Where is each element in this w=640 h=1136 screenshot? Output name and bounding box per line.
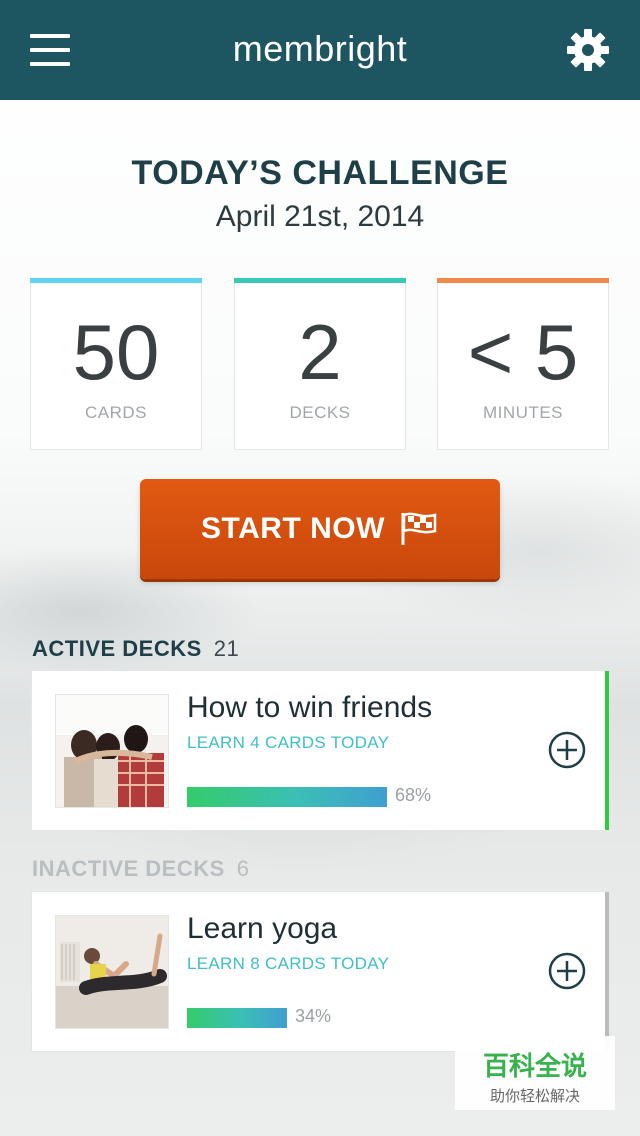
- stat-accent-bar: [30, 278, 202, 283]
- deck-card-active[interactable]: How to win friends LEARN 4 CARDS TODAY 6…: [31, 670, 609, 831]
- deck-progress-fill: [187, 1008, 287, 1028]
- deck-progress-label: 68%: [395, 785, 432, 805]
- inactive-decks-title: INACTIVE DECKS: [32, 856, 225, 881]
- deck-progress-label: 34%: [295, 1006, 332, 1026]
- app-title: membright: [232, 28, 408, 69]
- watermark-title: 百科全说: [482, 1052, 587, 1082]
- deck-progress-fill: [187, 787, 387, 807]
- stat-accent-bar: [437, 278, 609, 283]
- deck-status-edge: [605, 892, 609, 1051]
- stat-value: 2: [298, 308, 342, 396]
- deck-card-inactive[interactable]: Learn yoga LEARN 8 CARDS TODAY 34%: [31, 891, 609, 1052]
- active-decks-title: ACTIVE DECKS: [32, 636, 202, 661]
- watermark-subtitle: 助你轻松解决: [489, 1087, 580, 1105]
- stat-value: 50: [72, 308, 160, 396]
- active-decks-heading: ACTIVE DECKS 21: [32, 636, 239, 662]
- start-now-button[interactable]: START NOW: [140, 479, 500, 579]
- challenge-title: TODAY’S CHALLENGE: [131, 154, 509, 192]
- deck-name: How to win friends: [187, 691, 433, 724]
- inactive-decks-heading: INACTIVE DECKS 6: [32, 856, 250, 882]
- checkered-flag-icon: [401, 512, 437, 545]
- deck-subtitle: LEARN 4 CARDS TODAY: [187, 733, 390, 752]
- plus-circle-icon[interactable]: [548, 731, 586, 769]
- start-now-label: START NOW: [201, 512, 385, 545]
- stat-label: DECKS: [289, 403, 351, 422]
- active-decks-count: 21: [213, 636, 240, 661]
- deck-subtitle: LEARN 8 CARDS TODAY: [187, 954, 390, 973]
- stat-cards: 50 CARDS: [30, 278, 202, 450]
- deck-name: Learn yoga: [187, 912, 338, 945]
- stat-minutes: < 5 MINUTES: [437, 278, 609, 450]
- deck-status-edge: [605, 671, 609, 830]
- stat-label: CARDS: [84, 403, 147, 422]
- challenge-date: April 21st, 2014: [215, 200, 425, 233]
- stat-decks: 2 DECKS: [234, 278, 406, 450]
- yoga-pose-photo: [55, 915, 169, 1029]
- deck-progress-bar: [187, 787, 387, 807]
- inactive-decks-count: 6: [236, 856, 250, 881]
- stat-label: MINUTES: [483, 403, 563, 422]
- app-header: membright: [0, 0, 640, 100]
- plus-circle-icon[interactable]: [548, 952, 586, 990]
- stat-value: < 5: [467, 308, 579, 396]
- stat-accent-bar: [234, 278, 406, 283]
- gear-icon[interactable]: [566, 28, 610, 72]
- friends-hugging-photo: [55, 694, 169, 808]
- watermark-badge: 百科全说 助你轻松解决: [455, 1036, 615, 1110]
- deck-progress-bar: [187, 1008, 287, 1028]
